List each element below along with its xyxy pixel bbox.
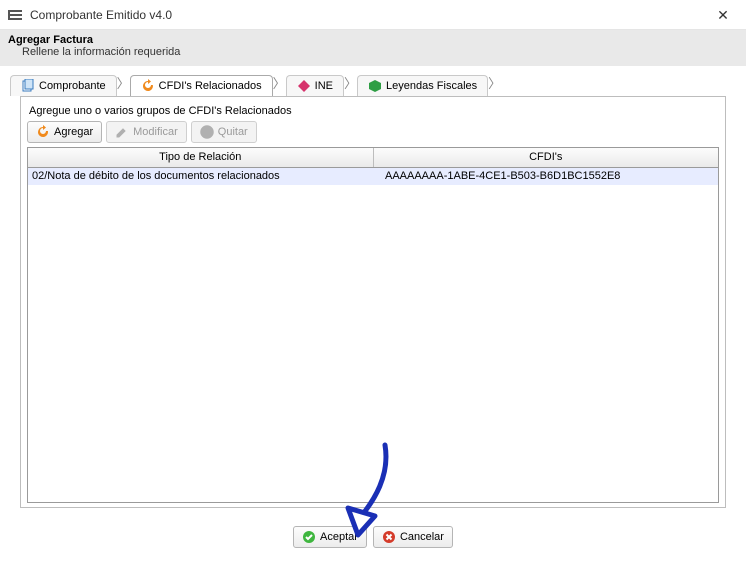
refresh-orange-icon [36,125,50,139]
x-circle-icon [382,530,396,544]
cell-cfdi: AAAAAAAA-1ABE-4CE1-B503-B6D1BC1552E8 [365,168,718,185]
button-label: Quitar [218,126,248,138]
pencil-icon [115,125,129,139]
cell-tipo: 02/Nota de débito de los documentos rela… [28,168,365,185]
close-button[interactable]: ✕ [708,3,738,27]
relations-table: Tipo de Relación CFDI's 02/Nota de débit… [27,147,719,503]
tab-divider: 〉 [488,73,501,92]
accept-button[interactable]: Aceptar [293,526,367,548]
tag-green-icon [368,79,382,93]
edit-button: Modificar [106,121,187,143]
tab-cfdis-relacionados[interactable]: CFDI's Relacionados [130,75,273,96]
tab-strip: Comprobante 〉 CFDI's Relacionados 〉 INE … [10,72,736,96]
header-title: Agregar Factura [8,34,738,46]
titlebar: Comprobante Emitido v4.0 ✕ [0,0,746,30]
remove-button: Quitar [191,121,257,143]
dialog-footer: Aceptar Cancelar [0,508,746,556]
window-title: Comprobante Emitido v4.0 [30,8,172,22]
column-header-cfdis[interactable]: CFDI's [374,148,719,167]
toolbar: Agregar Modificar Quitar [27,121,719,143]
tab-label: INE [315,80,333,92]
tab-divider: 〉 [273,73,286,92]
table-header: Tipo de Relación CFDI's [28,148,718,168]
header-subtitle: Rellene la información requerida [8,46,738,58]
cancel-button[interactable]: Cancelar [373,526,453,548]
check-circle-icon [302,530,316,544]
add-button[interactable]: Agregar [27,121,102,143]
tab-ine[interactable]: INE [286,75,344,96]
tab-label: Comprobante [39,80,106,92]
tab-divider: 〉 [117,73,130,92]
column-header-tipo[interactable]: Tipo de Relación [28,148,374,167]
header-section: Agregar Factura Rellene la información r… [0,30,746,66]
tab-comprobante[interactable]: Comprobante [10,75,117,96]
button-label: Aceptar [320,531,358,543]
tab-panel: Agregue uno o varios grupos de CFDI's Re… [20,96,726,508]
minus-circle-icon [200,125,214,139]
tab-leyendas-fiscales[interactable]: Leyendas Fiscales [357,75,488,96]
table-row[interactable]: 02/Nota de débito de los documentos rela… [28,168,718,185]
button-label: Agregar [54,126,93,138]
tab-label: Leyendas Fiscales [386,80,477,92]
refresh-orange-icon [141,79,155,93]
diamond-pink-icon [297,79,311,93]
button-label: Cancelar [400,531,444,543]
table-body: 02/Nota de débito de los documentos rela… [28,168,718,502]
tab-label: CFDI's Relacionados [159,80,262,92]
doc-stack-icon [21,79,35,93]
app-icon [8,7,24,23]
tab-divider: 〉 [344,73,357,92]
instruction-text: Agregue uno o varios grupos de CFDI's Re… [29,105,717,117]
button-label: Modificar [133,126,178,138]
